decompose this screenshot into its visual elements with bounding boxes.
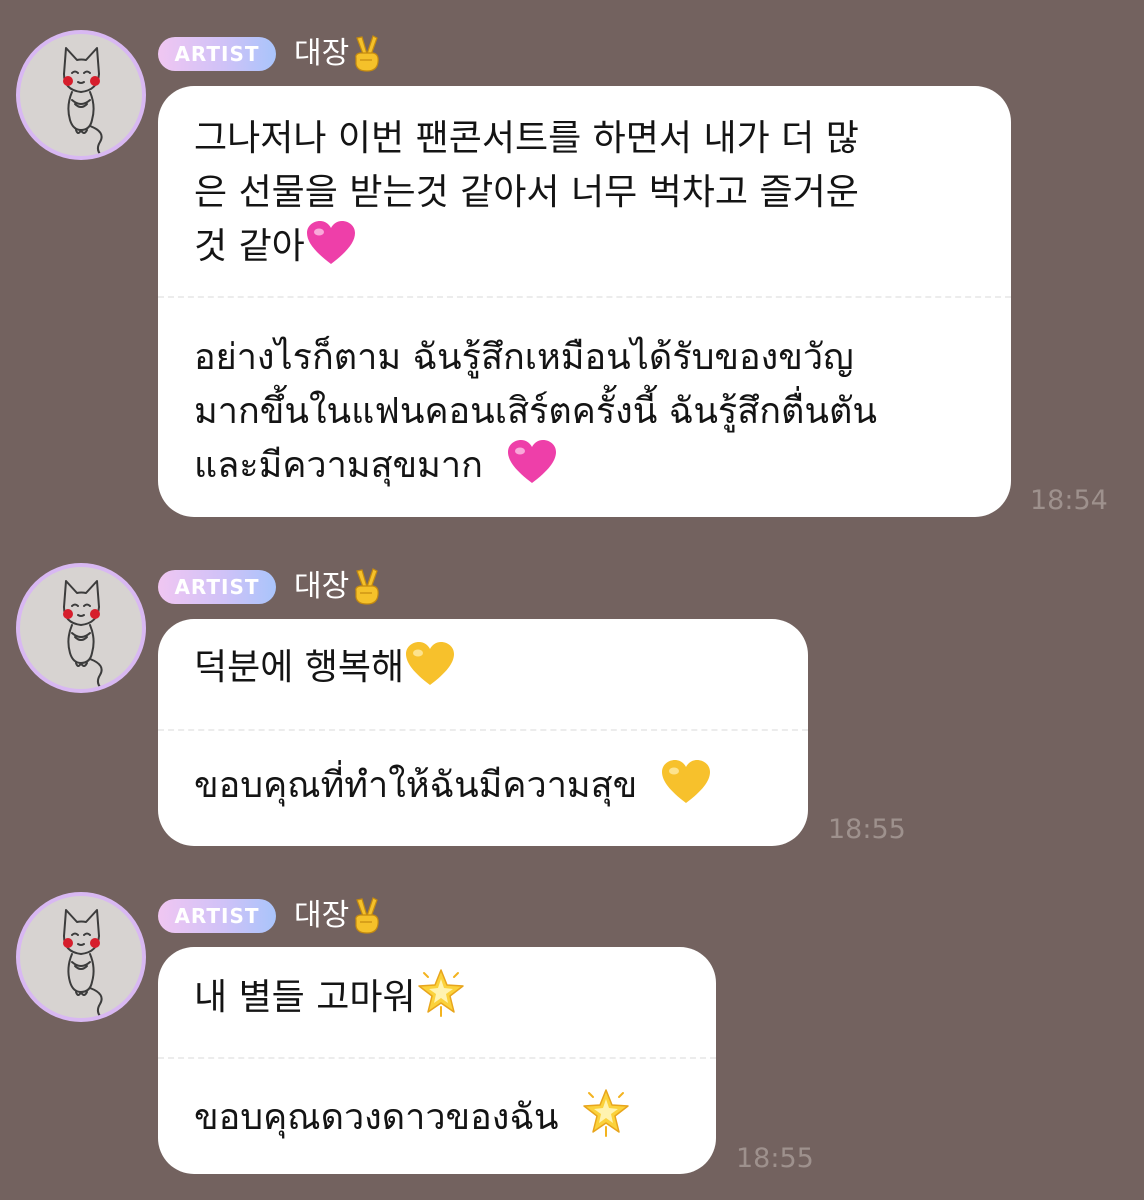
message-bubble: 그나저나 이번 팬콘서트를 하면서 내가 더 많 은 선물을 받는것 같아서 너… — [158, 86, 1011, 517]
artist-badge: ARTIST — [158, 37, 276, 71]
timestamp: 18:55 — [736, 1143, 814, 1174]
sender-name: 대장 — [294, 36, 350, 71]
victory-hand-icon — [351, 567, 381, 607]
cat-drawing-icon — [63, 580, 103, 689]
pink-heart-icon — [506, 439, 558, 501]
message-divider — [158, 296, 1011, 298]
message-bubble: 덕분에 행복해 ขอบคุณที่ทำให้ฉันมีความสุข — [158, 619, 808, 846]
cat-drawing-icon — [63, 47, 103, 156]
yellow-heart-icon — [404, 641, 456, 703]
korean-message-text: 그나저나 이번 팬콘서트를 하면서 내가 더 많 은 선물을 받는것 같아서 너… — [194, 118, 859, 267]
thai-message-text: ขอบคุณดวงดาวของฉัน — [194, 1097, 559, 1138]
avatar[interactable] — [16, 30, 146, 160]
thai-text-block: อย่างไรก็ตาม ฉันรู้สึกเหมือนได้รับของขวั… — [194, 331, 994, 501]
yellow-heart-icon — [660, 759, 712, 821]
message-header: ARTIST 대장 — [158, 33, 381, 75]
thai-text-block: ขอบคุณที่ทำให้ฉันมีความสุข — [194, 759, 794, 821]
message-divider — [158, 1057, 716, 1059]
message-header: ARTIST 대장 — [158, 895, 381, 937]
glowing-star-icon — [581, 1087, 631, 1153]
thai-text-block: ขอบคุณดวงดาวของฉัน — [194, 1087, 704, 1153]
artist-badge: ARTIST — [158, 570, 276, 604]
pink-heart-icon — [305, 220, 357, 282]
glowing-star-icon — [416, 967, 466, 1033]
avatar[interactable] — [16, 892, 146, 1022]
thai-message-text: ขอบคุณที่ทำให้ฉันมีความสุข — [194, 765, 638, 806]
victory-hand-icon — [351, 896, 381, 936]
korean-message-text: 덕분에 행복해 — [194, 647, 405, 688]
korean-text-block: 내 별들 고마워 — [194, 967, 704, 1033]
korean-text-block: 덕분에 행복해 — [194, 641, 794, 703]
sender-name: 대장 — [294, 569, 350, 604]
victory-hand-icon — [351, 34, 381, 74]
timestamp: 18:54 — [1030, 485, 1108, 516]
timestamp: 18:55 — [828, 814, 906, 845]
avatar[interactable] — [16, 563, 146, 693]
cat-drawing-icon — [63, 909, 103, 1018]
message-bubble: 내 별들 고마워 ขอบคุณดวงดาวของฉัน — [158, 947, 716, 1174]
korean-message-text: 내 별들 고마워 — [194, 977, 416, 1018]
message-divider — [158, 729, 808, 731]
sender-name: 대장 — [294, 898, 350, 933]
artist-badge: ARTIST — [158, 899, 276, 933]
korean-text-block: 그나저나 이번 팬콘서트를 하면서 내가 더 많 은 선물을 받는것 같아서 너… — [194, 112, 994, 282]
message-header: ARTIST 대장 — [158, 566, 381, 608]
